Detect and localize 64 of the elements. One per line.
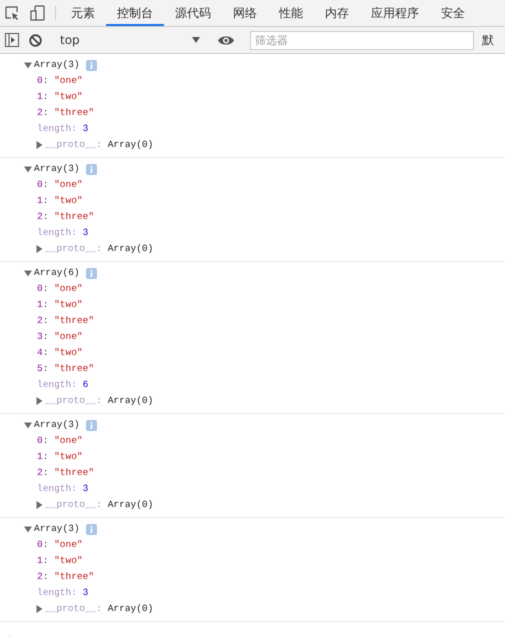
filter-field[interactable]: 筛选器 [250,30,474,50]
info-icon [86,268,97,278]
property: 2: "three" [37,466,94,480]
property: 0: "one" [37,434,83,448]
proto-property[interactable]: __proto__: Array(0) [45,241,154,257]
array-summary[interactable]: Array(3) [34,417,80,433]
property: 3: "one" [37,330,83,344]
property: length: 3 [37,122,88,136]
property: 0: "one" [37,74,83,88]
property: 2: "three" [37,106,94,120]
property: 2: "three" [37,570,94,584]
property: 0: "one" [37,538,83,552]
info-icon [86,60,97,70]
inspect-cursor-icon[interactable] [5,6,20,20]
tab[interactable]: 元素 [60,2,106,26]
array-summary[interactable]: Array(3) [34,161,80,177]
expanded-triangle-icon[interactable] [24,61,32,69]
tab[interactable]: 源代码 [164,2,222,26]
property: length: 3 [37,226,88,240]
tab[interactable]: 应用程序 [360,2,430,26]
proto-property[interactable]: __proto__: Array(0) [45,601,154,617]
property: length: 3 [37,482,88,496]
property: length: 3 [37,586,88,600]
levels-dropdown[interactable]: 默 [482,32,494,48]
proto-property[interactable]: __proto__: Array(0) [45,137,154,153]
info-icon [86,524,97,534]
property: 2: "three" [37,314,94,328]
device-icon[interactable] [30,5,46,21]
array-summary[interactable]: Array(3) [34,57,80,73]
tab[interactable]: 网络 [222,2,268,26]
proto-property[interactable]: __proto__: Array(0) [45,497,154,513]
property: 0: "one" [37,282,83,296]
property: 4: "two" [37,346,83,360]
collapsed-triangle-icon[interactable] [35,245,43,253]
expanded-triangle-icon[interactable] [24,165,32,173]
tab[interactable]: 内存 [314,2,360,26]
eye-icon[interactable] [218,34,234,46]
property: 5: "three" [37,362,94,376]
property: 1: "two" [37,554,83,568]
property: 1: "two" [37,298,83,312]
collapsed-triangle-icon[interactable] [35,397,43,405]
info-icon [86,420,97,430]
tab[interactable]: 安全 [430,2,476,26]
property: 0: "one" [37,178,83,192]
expanded-triangle-icon[interactable] [24,525,32,533]
collapsed-triangle-icon[interactable] [35,605,43,613]
context-selector[interactable]: top [56,33,200,47]
array-summary[interactable]: Array(3) [34,521,80,537]
property: 2: "three" [37,210,94,224]
clear-icon[interactable] [29,34,42,46]
expanded-triangle-icon[interactable] [24,269,32,277]
array-summary[interactable]: Array(6) [34,265,80,281]
property: 1: "two" [37,194,83,208]
proto-property[interactable]: __proto__: Array(0) [45,393,154,409]
property: 1: "two" [37,90,83,104]
property: 1: "two" [37,450,83,464]
tab[interactable]: 性能 [268,2,314,26]
info-icon [86,164,97,174]
expanded-triangle-icon[interactable] [24,421,32,429]
property: length: 6 [37,378,88,392]
collapsed-triangle-icon[interactable] [35,501,43,509]
sidebar-toggle-icon[interactable] [5,33,19,47]
dropdown-arrow-icon [192,37,200,43]
collapsed-triangle-icon[interactable] [35,141,43,149]
